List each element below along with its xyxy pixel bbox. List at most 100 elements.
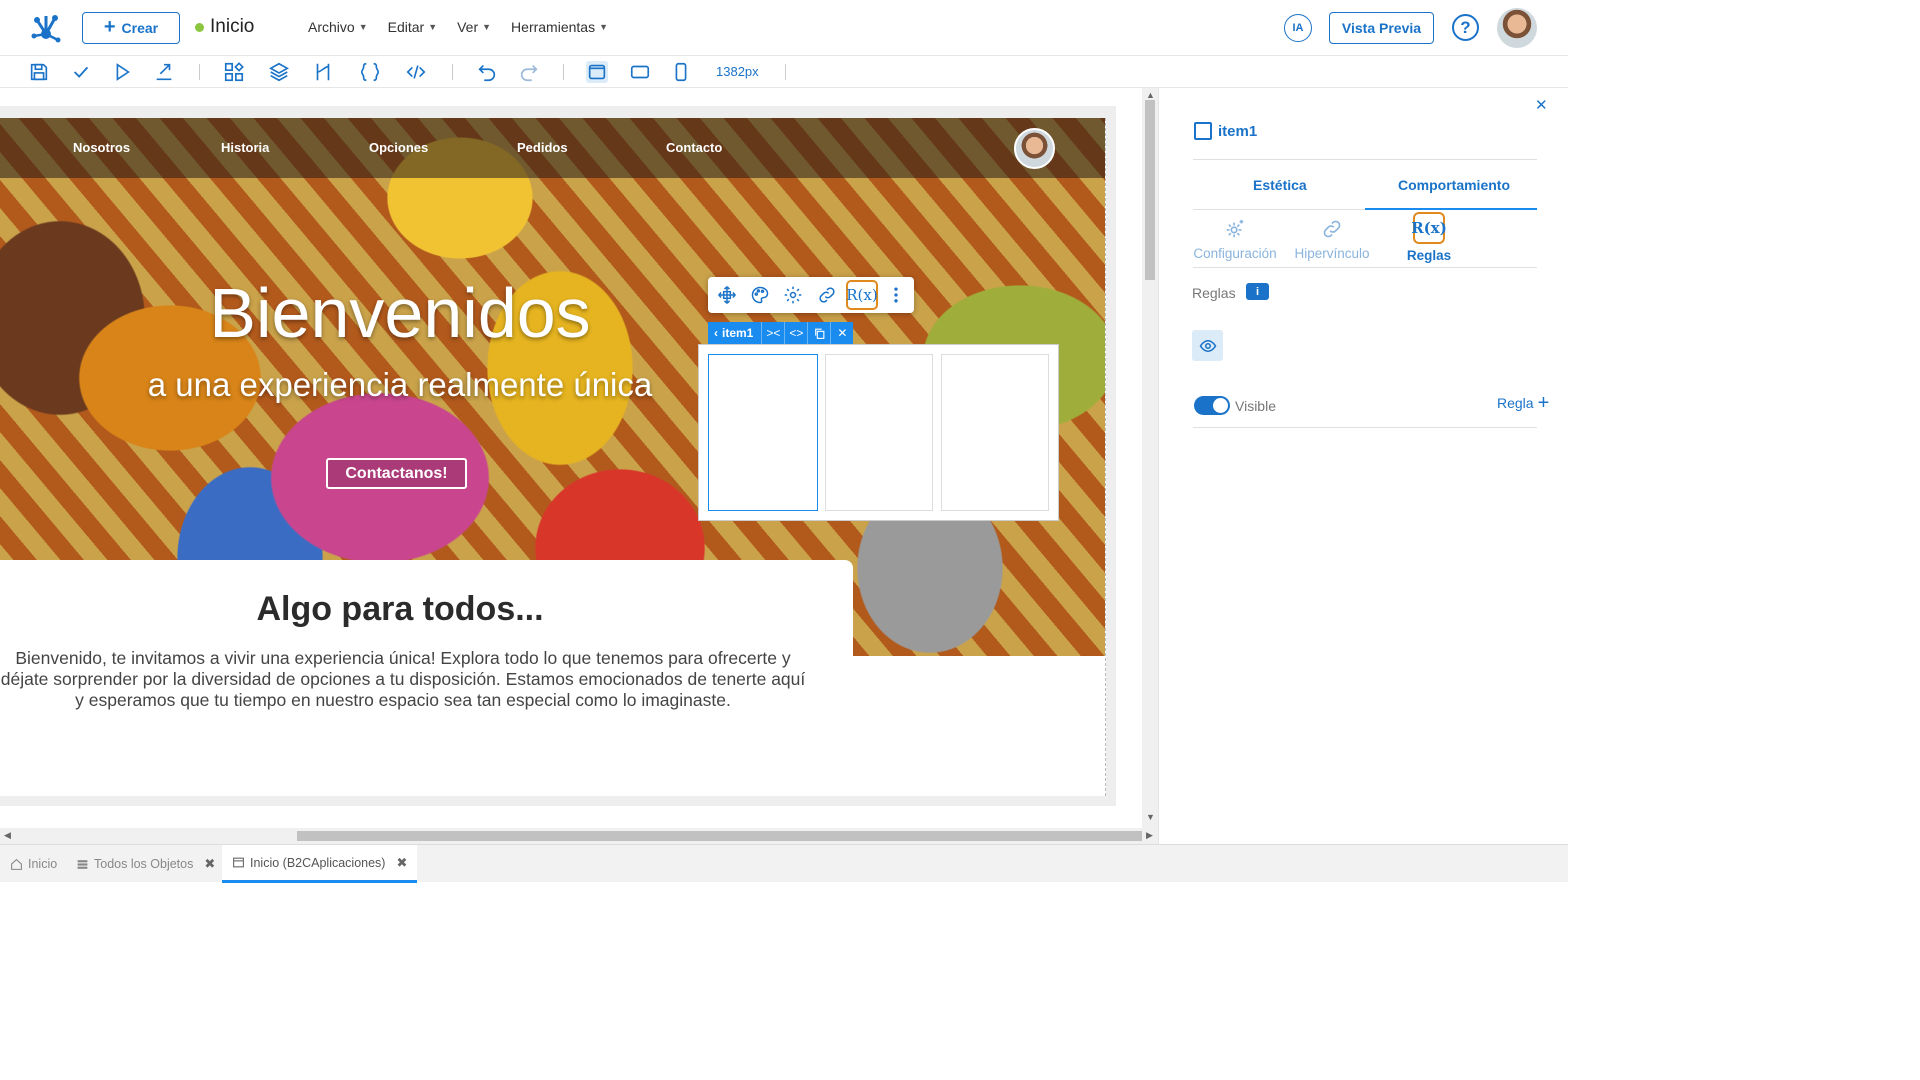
app-logo-icon[interactable]	[28, 10, 64, 46]
close-icon[interactable]: ✕	[830, 322, 853, 344]
tab-estetica[interactable]: Estética	[1253, 177, 1307, 193]
move-icon[interactable]	[715, 283, 739, 307]
status-dot	[195, 23, 204, 32]
export-icon[interactable]	[153, 61, 175, 83]
scroll-up-icon[interactable]: ▲	[1146, 90, 1155, 100]
nav-link-historia[interactable]: Historia	[221, 140, 269, 155]
menu-archivo[interactable]: Archivo ▼	[308, 19, 368, 35]
rules-icon[interactable]: R(x)	[846, 280, 878, 310]
toggle-knob	[1213, 398, 1228, 413]
scroll-thumb[interactable]	[1145, 100, 1155, 280]
site-avatar[interactable]	[1014, 128, 1055, 169]
desktop-icon[interactable]	[586, 61, 608, 83]
redo-icon[interactable]	[518, 61, 540, 83]
rules-label: Reglas	[1192, 285, 1236, 301]
play-icon[interactable]	[111, 61, 133, 83]
contact-button[interactable]: Contactanos!	[326, 458, 467, 489]
menu-ver[interactable]: Ver ▼	[457, 19, 491, 35]
scroll-right-icon[interactable]: ▶	[1146, 830, 1153, 841]
page-preview[interactable]: Nosotros Historia Opciones Pedidos Conta…	[0, 118, 1106, 796]
settings-gear-icon[interactable]	[781, 283, 805, 307]
toolbar-separator	[785, 64, 786, 80]
plus-icon: +	[103, 16, 116, 38]
chevron-left-icon: ‹	[714, 326, 718, 340]
horizontal-scrollbar[interactable]: ◀ ▶	[0, 828, 1158, 844]
tab-comportamiento[interactable]: Comportamiento	[1398, 177, 1510, 193]
page-icon	[233, 857, 244, 868]
subtab-reglas[interactable]: R(x) Reglas	[1379, 212, 1479, 263]
hero-title[interactable]: Bienvenidos	[0, 273, 800, 353]
close-icon[interactable]: ✕	[1535, 96, 1548, 114]
column-item[interactable]	[708, 354, 818, 511]
preview-button[interactable]: Vista Previa	[1329, 12, 1434, 44]
page-frame: Nosotros Historia Opciones Pedidos Conta…	[0, 106, 1116, 806]
braces-icon[interactable]	[359, 61, 381, 83]
ai-assistant-icon[interactable]: IA	[1284, 14, 1312, 42]
code-icon[interactable]: <>	[784, 322, 807, 344]
add-rule-button[interactable]: Regla +	[1497, 393, 1549, 413]
mobile-icon[interactable]	[670, 61, 692, 83]
column-item[interactable]	[825, 354, 933, 511]
create-button[interactable]: + Crear	[82, 12, 180, 44]
doc-tab-todos-los-objetos[interactable]: Todos los Objetos ✖	[66, 845, 225, 883]
doc-tab-inicio[interactable]: Inicio	[0, 845, 67, 883]
toolbar-separator	[199, 64, 200, 80]
components-icon[interactable]	[223, 61, 245, 83]
document-tabs: Inicio Todos los Objetos ✖ Inicio (B2CAp…	[0, 844, 1568, 883]
link-icon	[1323, 220, 1341, 238]
visible-label: Visible	[1235, 398, 1276, 414]
subtab-configuracion[interactable]: Configuración	[1185, 216, 1285, 261]
columns-container[interactable]	[698, 344, 1059, 521]
plus-icon: +	[1537, 392, 1550, 414]
flow-icon[interactable]	[312, 61, 334, 83]
info-icon[interactable]: i	[1246, 283, 1269, 300]
collapse-icon[interactable]: ><	[761, 322, 784, 344]
main-menu: Archivo ▼ Editar ▼ Ver ▼ Herramientas ▼	[308, 19, 608, 35]
menu-editar[interactable]: Editar ▼	[388, 19, 438, 35]
eye-icon[interactable]	[1192, 330, 1223, 361]
selection-label: item1	[722, 326, 754, 340]
item-name: item1	[1218, 123, 1258, 140]
menu-herramientas[interactable]: Herramientas ▼	[511, 19, 608, 35]
card-text[interactable]: Bienvenido, te invitamos a vivir una exp…	[0, 648, 806, 711]
palette-icon[interactable]	[748, 283, 772, 307]
scroll-down-icon[interactable]: ▼	[1146, 812, 1155, 822]
design-canvas[interactable]: Nosotros Historia Opciones Pedidos Conta…	[0, 88, 1142, 828]
layers-icon[interactable]	[268, 61, 290, 83]
doc-tab-inicio-b2c[interactable]: Inicio (B2CAplicaciones) ✖	[222, 845, 418, 883]
link-icon[interactable]	[815, 283, 839, 307]
chevron-down-icon: ▼	[358, 22, 368, 32]
selection-parent-button[interactable]: ‹ item1	[708, 322, 761, 344]
scroll-thumb[interactable]	[297, 831, 1142, 841]
copy-icon[interactable]	[807, 322, 830, 344]
card-title[interactable]: Algo para todos...	[0, 590, 800, 629]
close-tab-icon[interactable]: ✖	[396, 855, 407, 871]
toolbar-separator	[452, 64, 453, 80]
check-icon[interactable]	[70, 61, 92, 83]
canvas-width-label[interactable]: 1382px	[716, 64, 759, 79]
help-icon[interactable]: ?	[1452, 14, 1479, 41]
vertical-scrollbar[interactable]: ▲ ▼	[1142, 88, 1158, 828]
nav-link-nosotros[interactable]: Nosotros	[73, 140, 130, 155]
toolbar-separator	[563, 64, 564, 80]
content-card[interactable]: Algo para todos... Bienvenido, te invita…	[0, 560, 853, 796]
user-avatar[interactable]	[1497, 8, 1537, 48]
hero-subtitle[interactable]: a una experiencia realmente única	[0, 366, 800, 404]
undo-icon[interactable]	[476, 61, 498, 83]
more-options-icon[interactable]	[884, 283, 908, 307]
visible-toggle[interactable]	[1194, 396, 1230, 415]
subtab-hipervinculo[interactable]: Hipervínculo	[1282, 216, 1382, 261]
chevron-down-icon: ▼	[482, 22, 492, 32]
code-icon[interactable]	[405, 61, 427, 83]
save-icon[interactable]	[28, 61, 50, 83]
rules-icon: R(x)	[1411, 212, 1447, 244]
site-navbar[interactable]: Nosotros Historia Opciones Pedidos Conta…	[0, 118, 1105, 178]
tablet-icon[interactable]	[629, 61, 651, 83]
item-checkbox[interactable]	[1194, 122, 1212, 140]
column-item[interactable]	[941, 354, 1049, 511]
close-tab-icon[interactable]: ✖	[204, 856, 215, 872]
scroll-left-icon[interactable]: ◀	[4, 830, 11, 841]
nav-link-opciones[interactable]: Opciones	[369, 140, 428, 155]
nav-link-contacto[interactable]: Contacto	[666, 140, 722, 155]
nav-link-pedidos[interactable]: Pedidos	[517, 140, 568, 155]
